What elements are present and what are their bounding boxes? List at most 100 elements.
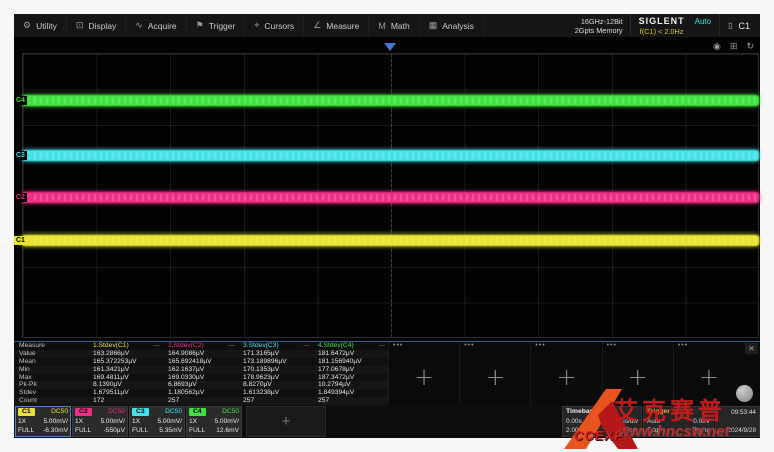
measure-column-header[interactable]: 2.Stdev(C2)— (163, 342, 238, 350)
channel-marker-arrow-icon (27, 237, 31, 245)
measure-row-label: Stdev (14, 389, 88, 397)
menu-item-label: Math (391, 21, 410, 31)
close-measure-panel-button[interactable]: ✕ (745, 343, 758, 354)
measure-header-text: 3.Stdev(C3) (243, 342, 279, 350)
measure-empty-slots: •••+•••+•••+•••+•••+ (388, 342, 744, 406)
channel-box-row: FULL5.35mV (132, 427, 182, 435)
measure-empty-slot[interactable]: •••+ (673, 342, 744, 406)
active-channel-block[interactable]: ▯ C1 (720, 14, 760, 37)
menu-item-utility[interactable]: ⚙Utility (14, 14, 67, 37)
measure-cell: 172 (88, 397, 163, 405)
channel-box-row: FULL-6.30mV (18, 427, 68, 435)
menu-item-display[interactable]: ⊡Display (67, 14, 126, 37)
channel-bandwidth: FULL (132, 427, 148, 435)
timebase-descriptor[interactable]: Timebase 0.00s 5.00µs/div 2.00Mpts 40.0G… (562, 406, 642, 437)
cursors-icon: ⌖ (254, 20, 259, 31)
add-channel-button[interactable]: + (246, 406, 326, 437)
channel-marker-c4[interactable]: C4 (14, 96, 31, 105)
measure-empty-slot[interactable]: •••+ (530, 342, 601, 406)
menu-item-cursors[interactable]: ⌖Cursors (245, 14, 304, 37)
measure-cell: 187.3472µV (313, 374, 388, 382)
acquisition-status-badge[interactable]: Auto (693, 14, 720, 37)
channel-box-row: FULL-550µV (75, 427, 125, 435)
channel-box-c2[interactable]: C2DC50 1X 5.00mV/FULL-550µV (72, 406, 128, 437)
measure-column-header[interactable]: 4.Stdev(C4)— (313, 342, 388, 350)
menu-item-acquire[interactable]: ∿Acquire (126, 14, 186, 37)
measure-cell: 8.8270µV (238, 381, 313, 389)
menu-item-label: Utility (36, 21, 57, 31)
measure-cell: 1.180562µV (163, 389, 238, 397)
measure-cell: 178.9623µV (238, 374, 313, 382)
slot-menu-dots-icon: ••• (393, 342, 403, 349)
measure-cell: 165.372253µV (88, 358, 163, 366)
channel-marker-c3[interactable]: C3 (14, 151, 31, 160)
trigger-type: Edge (647, 427, 662, 435)
measure-cell: 8.1390µV (88, 381, 163, 389)
camera-icon[interactable]: ◉ (713, 41, 721, 52)
plot-toolbar: ◉ ⊞ ↻ (713, 41, 754, 52)
trace-c3 (22, 150, 759, 161)
measure-row-label: Mean (14, 358, 88, 366)
channel-coupling: DC50 (51, 408, 68, 416)
measure-row-label: Max (14, 374, 88, 382)
measure-panel: Measure1.Stdev(C1)—2.Stdev(C2)—3.Stdev(C… (14, 341, 760, 405)
bottom-bar: C1DC501X5.00mV/FULL-6.30mVC2DC501X5.00mV… (14, 405, 760, 438)
channel-marker-c1[interactable]: C1 (14, 236, 31, 245)
channel-box-c4[interactable]: C4DC501X5.00mV/FULL12.6mV (186, 406, 242, 437)
measure-empty-slot[interactable]: •••+ (602, 342, 673, 406)
waveform-display[interactable]: ◉ ⊞ ↻ C4 C3 C2 C1 (14, 38, 760, 341)
channel-scale: 5.00mV/ (157, 418, 182, 426)
channel-marker-c2[interactable]: C2 (14, 193, 31, 202)
clock-box: 09:53:44 2024/9/28 (715, 406, 760, 437)
trace-c4 (22, 95, 759, 106)
channel-offset: -550µV (104, 427, 125, 435)
channel-bandwidth: FULL (189, 427, 205, 435)
channel-box-row: C4DC50 (189, 408, 239, 416)
brand-logo: SIGLENT (639, 16, 685, 26)
fit-screen-icon[interactable]: ⊞ (730, 41, 738, 52)
history-icon[interactable]: ↻ (746, 41, 754, 52)
measure-cell: 181.6472µV (313, 350, 388, 358)
slot-menu-dots-icon: ••• (678, 342, 688, 349)
channel-scale: 5.00mV/ (43, 418, 68, 426)
menu-item-analysis[interactable]: ▦Analysis (420, 14, 484, 37)
channel-marker-label: C4 (14, 96, 27, 105)
menu-item-math[interactable]: M Math (369, 14, 419, 37)
channel-scale: 5.00mV/ (214, 418, 239, 426)
menu-item-trigger[interactable]: ⚑Trigger (187, 14, 246, 37)
trace-c2 (22, 192, 759, 203)
math-icon: M (378, 21, 386, 31)
measure-column-header[interactable]: 1.Stdev(C1) — (88, 342, 163, 350)
sparkline-placeholder-icon: — (228, 342, 235, 350)
measure-row-label: Min (14, 366, 88, 374)
brand-block[interactable]: SIGLENT f(C1) < 2.0Hz (630, 14, 693, 37)
measure-empty-slot[interactable]: •••+ (388, 342, 459, 406)
channel-box-row: C2DC50 (75, 408, 125, 416)
channel-box-row: C1 DC50 (18, 408, 68, 416)
acquire-icon: ∿ (135, 20, 143, 31)
measure-column-header[interactable]: 3.Stdev(C3)— (238, 342, 313, 350)
channel-name-chip: C4 (189, 408, 206, 416)
channel-marker-arrow-icon (27, 152, 31, 160)
channel-box-c1[interactable]: C1DC501X5.00mV/FULL-6.30mV (15, 406, 71, 437)
measure-empty-slot[interactable]: ••• + (459, 342, 530, 406)
measure-cell: 169.4811µV (88, 374, 163, 382)
trigger-position-marker[interactable] (384, 43, 396, 51)
slot-menu-dots-icon: ••• (464, 342, 474, 349)
sparkline-placeholder-icon: — (153, 342, 160, 350)
channel-probe: 1X (132, 418, 140, 426)
add-measurement-icon: + (485, 363, 505, 391)
channel-probe: 1X (75, 418, 83, 426)
channel-box-row: 1X5.00mV/ (189, 418, 239, 426)
channel-name-chip: C1 (18, 408, 35, 416)
spec-bandwidth: 16GHz-12Bit (575, 17, 623, 26)
menu-item-measure[interactable]: ∠Measure (304, 14, 369, 37)
measure-header-text: 1.Stdev(C1) (93, 342, 129, 350)
timebase-points: 2.00Mpts (566, 427, 592, 435)
channel-box-c3[interactable]: C3DC501X5.00mV/FULL5.35mV (129, 406, 185, 437)
trigger-descriptor[interactable]: Trigger Auto 0.00V Edge Rising (643, 406, 714, 437)
measure-row-label: Pk-Pk (14, 381, 88, 389)
measure-cell: 257 (163, 397, 238, 405)
channel-scale: 5.00mV/ (100, 418, 125, 426)
sparkline-placeholder-icon: — (378, 342, 385, 350)
